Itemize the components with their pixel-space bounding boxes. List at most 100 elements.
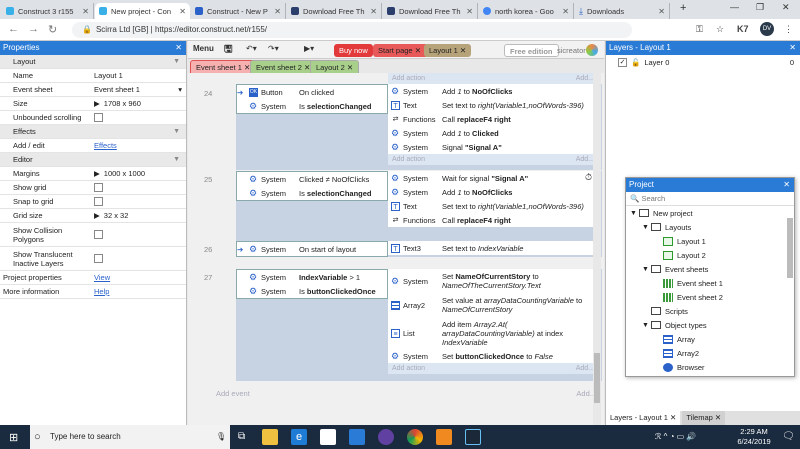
action-row[interactable]: Array2 Set value at arrayDataCountingVari…: [388, 293, 598, 317]
section-editor[interactable]: Editor ▼: [0, 153, 186, 167]
menu-dots-icon[interactable]: ⋮: [784, 24, 793, 35]
browser-tab[interactable]: ⤓ Downloads ✕: [575, 3, 670, 19]
close-icon[interactable]: ✕: [179, 7, 186, 16]
edge-icon[interactable]: e: [291, 429, 307, 445]
tree-item[interactable]: ▼ Layouts: [626, 220, 794, 234]
section-effects[interactable]: Effects ▼: [0, 125, 186, 139]
close-icon[interactable]: ✕: [658, 7, 665, 16]
action-row[interactable]: ⇄ Functions Call replaceF4 right: [388, 213, 598, 227]
system-tray-icons[interactable]: ℛ ^ ◔ ▭ 🔊: [655, 432, 696, 441]
add-action-link[interactable]: Add action Add...: [388, 73, 598, 84]
expand-icon[interactable]: ▼: [642, 266, 651, 273]
show-grid-checkbox[interactable]: [94, 183, 103, 192]
tree-item[interactable]: Layout 2: [626, 248, 794, 262]
tab-event-sheet-2[interactable]: Event sheet 2 ✕: [250, 60, 317, 73]
play-icon[interactable]: ▶▾: [304, 44, 314, 53]
username[interactable]: sicreator: [552, 44, 591, 57]
browser-tab-active[interactable]: New project - Con ✕: [95, 3, 190, 19]
collapse-icon[interactable]: ▼: [173, 58, 180, 65]
action-row[interactable]: ≡ List Add item Array2.At( arrayDataCounti…: [388, 317, 598, 349]
action-row[interactable]: T Text Set text to right(Variable1,noOfWor…: [388, 98, 598, 112]
snap-to-grid-checkbox[interactable]: [94, 197, 103, 206]
expand-icon[interactable]: ▼: [642, 224, 651, 231]
new-tab-button[interactable]: +: [680, 2, 686, 14]
layer-visible-checkbox[interactable]: ✓: [618, 57, 627, 67]
browser-tab[interactable]: Construct - New P ✕: [191, 3, 286, 19]
tree-item[interactable]: Browser: [626, 360, 794, 374]
undo-icon[interactable]: ↶▾: [246, 44, 257, 53]
expand-icon[interactable]: ▼: [642, 322, 651, 329]
expand-icon[interactable]: ▶: [94, 169, 100, 178]
free-edition-badge[interactable]: Free edition: [504, 44, 559, 57]
action-row[interactable]: ⚙ System Set buttonClickedOnce to False: [388, 349, 598, 363]
close-icon[interactable]: ✕: [783, 178, 790, 192]
dropdown-icon[interactable]: ▾: [178, 85, 182, 94]
browser-tab[interactable]: Construct 3 r155 ✕: [2, 3, 94, 19]
action-row[interactable]: ⚙ System Wait for signal "Signal A" ⏱: [388, 171, 598, 185]
file-explorer-icon[interactable]: [262, 429, 278, 445]
scrollbar[interactable]: [593, 73, 601, 425]
extension-icon[interactable]: K7: [737, 24, 749, 34]
tab-layers[interactable]: Layers - Layout 1 ✕: [606, 411, 681, 425]
action-row[interactable]: ⇄ Functions Call replaceF4 right: [388, 112, 598, 126]
condition-row[interactable]: ➔ ⚙ System On start of layout: [237, 242, 387, 256]
clock-time[interactable]: 2:29 AM: [734, 427, 774, 436]
maximize-icon[interactable]: ❐: [756, 2, 764, 13]
action-row[interactable]: ⚙ System Add 1 to Clicked: [388, 126, 598, 140]
profile-avatar[interactable]: DV: [760, 22, 774, 36]
help-link[interactable]: Help: [92, 287, 186, 296]
close-icon[interactable]: ✕: [789, 41, 796, 55]
buy-now-button[interactable]: Buy now: [334, 44, 373, 57]
close-icon[interactable]: ✕: [274, 7, 281, 16]
menu-button[interactable]: Menu: [193, 44, 214, 53]
condition-row[interactable]: ⚙ System Clicked ≠ NoOfClicks: [237, 172, 387, 186]
event-conditions[interactable]: ⚙ System IndexVariable > 1 ⚙ System Is butto…: [236, 269, 388, 299]
notification-icon[interactable]: 🗨: [782, 431, 795, 442]
tab-tilemap[interactable]: Tilemap ✕: [682, 411, 726, 425]
condition-row[interactable]: ⚙ System Is selectionChanged: [237, 99, 387, 113]
app-icon[interactable]: [378, 429, 394, 445]
start-page-tab[interactable]: Start page ✕: [373, 44, 426, 57]
expand-icon[interactable]: ▼: [630, 210, 639, 217]
collapse-icon[interactable]: ▼: [173, 128, 180, 135]
show-collision-checkbox[interactable]: [94, 230, 103, 239]
add-event-link[interactable]: Add event Add...: [216, 389, 596, 398]
back-icon[interactable]: ←: [8, 23, 19, 35]
close-icon[interactable]: ✕: [82, 7, 89, 16]
condition-row[interactable]: ⚙ System Is buttonClickedOnce: [237, 284, 387, 298]
collapse-icon[interactable]: ▼: [173, 156, 180, 163]
chrome-icon[interactable]: [407, 429, 423, 445]
close-icon[interactable]: ✕: [370, 7, 377, 16]
layout-1-tab[interactable]: Layout 1 ✕: [424, 44, 472, 57]
action-row[interactable]: T Text3 Set text to IndexVariable: [388, 241, 598, 255]
show-translucent-checkbox[interactable]: [94, 254, 103, 263]
expand-icon[interactable]: ▶: [94, 211, 100, 220]
close-icon[interactable]: ✕: [562, 7, 569, 16]
reload-icon[interactable]: ↻: [48, 23, 57, 36]
action-row[interactable]: ⚙ System Add 1 to NoOfClicks: [388, 84, 598, 98]
condition-row[interactable]: ⚙ System Is selectionChanged: [237, 186, 387, 200]
store-icon[interactable]: [320, 429, 336, 445]
clock-date[interactable]: 6/24/2019: [734, 437, 774, 446]
forward-icon[interactable]: →: [28, 23, 39, 35]
star-icon[interactable]: ☆: [716, 24, 724, 35]
microphone-icon[interactable]: 🎙: [216, 425, 226, 449]
view-link[interactable]: View: [92, 273, 186, 282]
steam-icon[interactable]: [465, 429, 481, 445]
tree-item[interactable]: Event sheet 1: [626, 276, 794, 290]
expand-icon[interactable]: ▶: [94, 99, 100, 108]
action-row[interactable]: ⚙ System Signal "Signal A": [388, 140, 598, 154]
browser-tab[interactable]: Download Free Th ✕: [287, 3, 382, 19]
browser-tab[interactable]: Download Free Th ✕: [383, 3, 478, 19]
event-conditions[interactable]: ⚙ System Clicked ≠ NoOfClicks ⚙ System Is se…: [236, 171, 388, 201]
tree-item[interactable]: ▼ New project: [626, 206, 794, 220]
tree-item[interactable]: Event sheet 2: [626, 290, 794, 304]
tab-layout-2[interactable]: Layout 2 ✕: [310, 60, 360, 73]
event-conditions[interactable]: ➔ ⚙ System On start of layout: [236, 241, 388, 257]
add-action-link[interactable]: Add action Add...: [388, 363, 598, 374]
taskbar-search-input[interactable]: ○ Type here to search 🎙: [30, 425, 230, 449]
event-conditions[interactable]: ➔ OK Button On clicked ⚙ System Is selectionC…: [236, 84, 388, 114]
effects-link[interactable]: Effects: [92, 141, 186, 150]
close-window-icon[interactable]: ✕: [782, 2, 790, 13]
close-icon[interactable]: ✕: [466, 7, 473, 16]
